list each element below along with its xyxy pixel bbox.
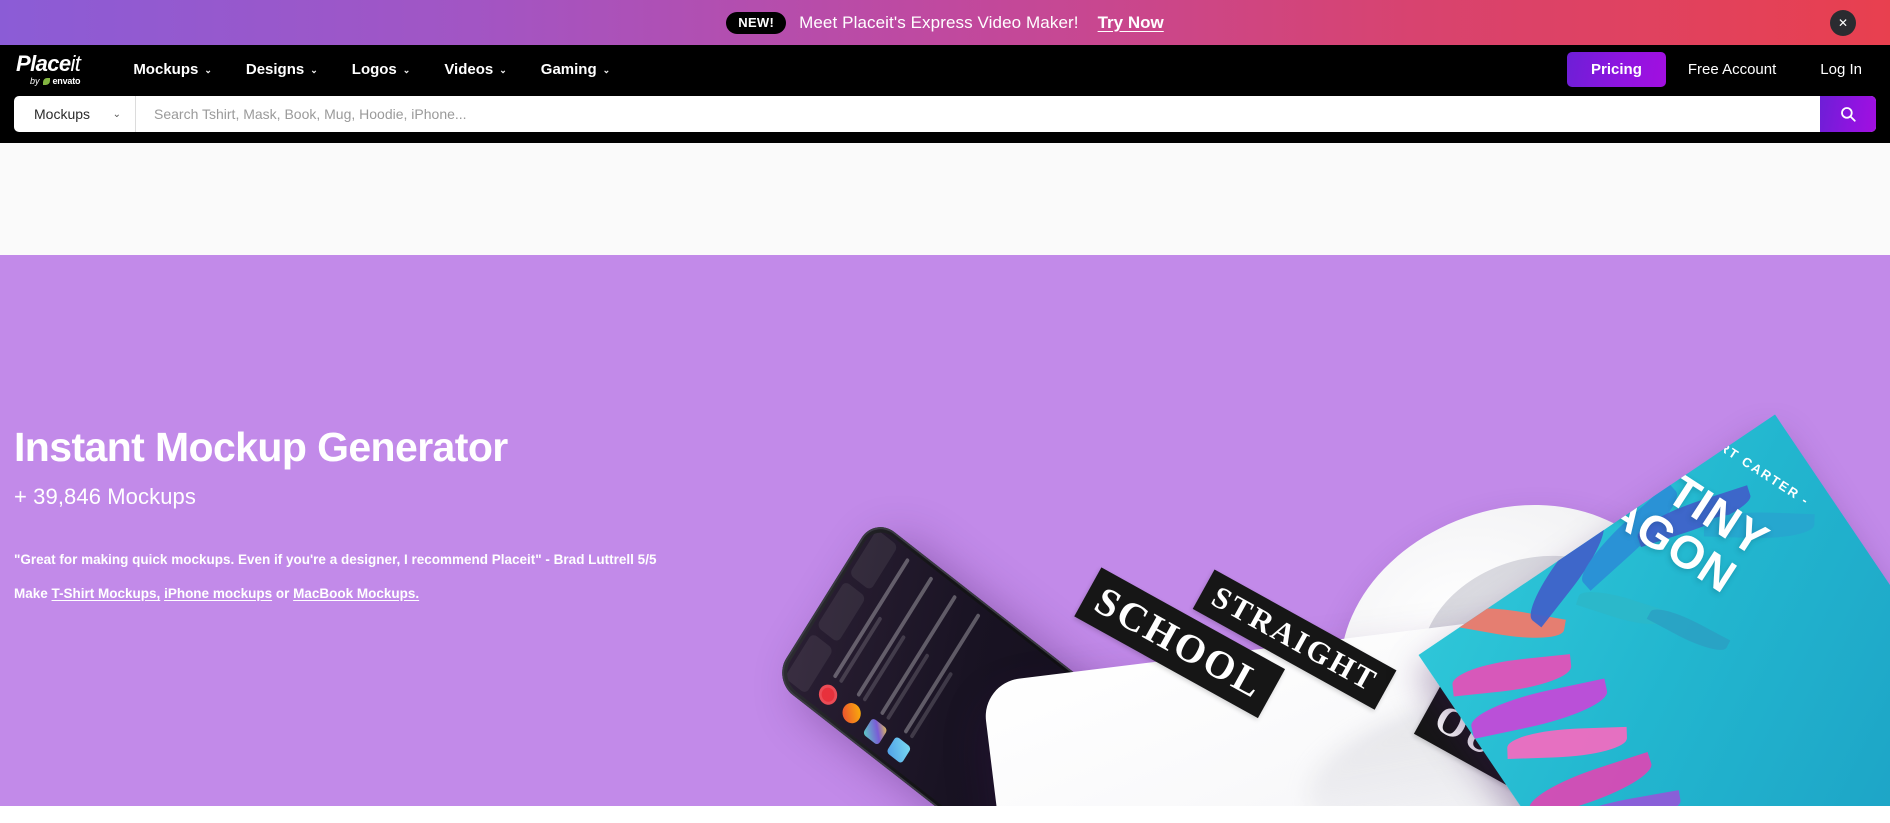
chevron-down-icon: ⌄ bbox=[499, 64, 507, 75]
placeit-logo[interactable]: Placeit by envato bbox=[16, 50, 81, 86]
hero-links-prefix: Make bbox=[14, 586, 52, 601]
pricing-button[interactable]: Pricing bbox=[1567, 51, 1666, 87]
chevron-down-icon: ⌄ bbox=[310, 64, 318, 75]
chevron-down-icon: ⌄ bbox=[112, 108, 121, 120]
book-mockup: - RUPERT CARTER - THE TINY DRAGON bbox=[1418, 414, 1890, 806]
close-icon[interactable]: ✕ bbox=[1830, 9, 1856, 36]
nav-item-logos[interactable]: Logos ⌄ bbox=[335, 45, 428, 93]
promo-banner: NEW! Meet Placeit's Express Video Maker!… bbox=[0, 0, 1890, 45]
app-icon bbox=[886, 735, 912, 765]
nav-item-label: Mockups bbox=[133, 60, 199, 78]
content-gap bbox=[0, 143, 1890, 255]
logo-envato: envato bbox=[52, 75, 81, 86]
logo-by: by bbox=[29, 75, 40, 86]
tshirt-mockups-link[interactable]: T-Shirt Mockups, bbox=[52, 586, 161, 601]
nav-item-mockups[interactable]: Mockups ⌄ bbox=[116, 45, 229, 93]
book-cover-text: - RUPERT CARTER - THE TINY DRAGON bbox=[1430, 415, 1890, 806]
nav-item-designs[interactable]: Designs ⌄ bbox=[229, 45, 335, 93]
search-bar: Mockups ⌄ bbox=[14, 96, 1876, 132]
hero-subtitle: + 39,846 Mockups bbox=[14, 484, 196, 509]
search-category-label: Mockups bbox=[34, 106, 91, 122]
nav-item-label: Videos bbox=[444, 60, 494, 78]
page-title: Instant Mockup Generator bbox=[14, 424, 508, 470]
chevron-down-icon: ⌄ bbox=[204, 64, 212, 75]
page-root: NEW! Meet Placeit's Express Video Maker!… bbox=[0, 0, 1890, 823]
nav-item-label: Gaming bbox=[540, 60, 597, 78]
link-sep-2: or bbox=[272, 586, 294, 601]
hero-testimonial: "Great for making quick mockups. Even if… bbox=[14, 552, 657, 567]
hero-copy: Instant Mockup Generator + 39,846 Mockup… bbox=[14, 424, 714, 602]
envato-leaf-icon bbox=[42, 77, 50, 85]
logo-wordmark: Placeit bbox=[16, 50, 81, 76]
search-section: Mockups ⌄ bbox=[0, 93, 1890, 143]
search-icon bbox=[1841, 107, 1856, 122]
chevron-down-icon: ⌄ bbox=[602, 64, 611, 75]
iphone-mockups-link[interactable]: iPhone mockups bbox=[164, 586, 272, 601]
promo-content: NEW! Meet Placeit's Express Video Maker!… bbox=[726, 11, 1164, 34]
logo-it: it bbox=[70, 50, 81, 76]
main-navbar: Placeit by envato Mockups ⌄ Designs ⌄ Lo… bbox=[0, 45, 1890, 93]
search-button[interactable] bbox=[1820, 96, 1876, 132]
app-icon bbox=[862, 717, 888, 746]
free-account-link[interactable]: Free Account bbox=[1666, 61, 1798, 78]
play-icon bbox=[815, 680, 841, 709]
search-category-dropdown[interactable]: Mockups ⌄ bbox=[14, 96, 136, 132]
nav-item-label: Designs bbox=[245, 60, 305, 78]
new-badge: NEW! bbox=[726, 11, 787, 34]
nav-item-videos[interactable]: Videos ⌄ bbox=[427, 45, 523, 93]
macbook-mockups-link[interactable]: MacBook Mockups. bbox=[293, 586, 419, 601]
google-icon bbox=[838, 699, 865, 728]
hero-links: Make T-Shirt Mockups, iPhone mockups or … bbox=[14, 586, 714, 601]
search-input[interactable] bbox=[136, 96, 1820, 132]
logo-place: Place bbox=[16, 50, 71, 76]
nav-menu: Mockups ⌄ Designs ⌄ Logos ⌄ Videos ⌄ Gam… bbox=[116, 45, 627, 93]
promo-message: Meet Placeit's Express Video Maker! bbox=[799, 12, 1079, 32]
chevron-down-icon: ⌄ bbox=[402, 64, 411, 75]
hero-section: Instant Mockup Generator + 39,846 Mockup… bbox=[0, 255, 1890, 806]
log-in-link[interactable]: Log In bbox=[1798, 61, 1870, 78]
logo-byline: by envato bbox=[29, 75, 81, 86]
nav-item-label: Logos bbox=[351, 60, 397, 78]
nav-item-gaming[interactable]: Gaming ⌄ bbox=[524, 45, 627, 93]
nav-actions: Pricing Free Account Log In bbox=[1567, 51, 1870, 87]
promo-try-now-link[interactable]: Try Now bbox=[1098, 13, 1164, 33]
